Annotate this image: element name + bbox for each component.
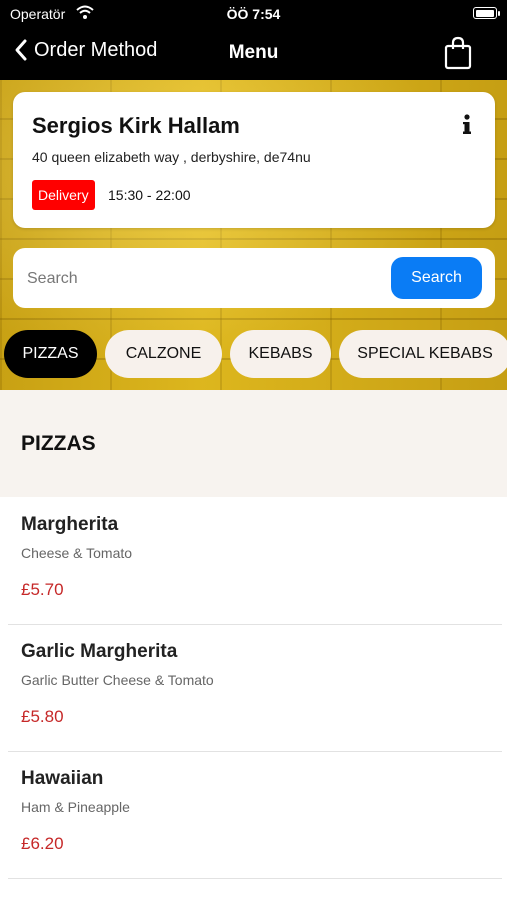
status-bar: Operatör ÖÖ 7:54 — [0, 0, 507, 28]
category-tab-kebabs[interactable]: KEBABS — [230, 330, 331, 378]
category-tabs: PIZZAS CALZONE KEBABS SPECIAL KEBABS — [0, 330, 507, 380]
menu-item-price: £5.80 — [21, 707, 64, 726]
restaurant-card: Sergios Kirk Hallam 40 queen elizabeth w… — [13, 92, 495, 228]
chevron-left-icon — [15, 39, 27, 61]
menu-item-description: Garlic Butter Cheese & Tomato — [21, 672, 214, 688]
menu-item-price: £6.20 — [21, 834, 64, 853]
battery-icon — [473, 7, 500, 19]
back-button[interactable]: Order Method — [14, 38, 157, 62]
menu-item[interactable]: Margherita Cheese & Tomato £5.70 — [8, 498, 502, 625]
category-tab-calzone[interactable]: CALZONE — [105, 330, 222, 378]
section-title: PIZZAS — [21, 432, 96, 455]
back-button-label: Order Method — [34, 38, 158, 61]
search-button[interactable]: Search — [391, 257, 482, 299]
navigation-bar: Order Method Menu — [0, 28, 507, 80]
menu-item-description: Ham & Pineapple — [21, 799, 130, 815]
category-tab-special-kebabs[interactable]: SPECIAL KEBABS — [339, 330, 507, 378]
delivery-badge: Delivery — [32, 180, 95, 210]
search-input[interactable] — [25, 262, 389, 296]
category-tab-pizzas[interactable]: PIZZAS — [4, 330, 97, 378]
menu-item[interactable]: Garlic Margherita Garlic Butter Cheese &… — [8, 625, 502, 752]
section-header: PIZZAS — [0, 390, 507, 497]
menu-item-name: Hawaiian — [21, 768, 104, 789]
restaurant-address: 40 queen elizabeth way , derbyshire, de7… — [32, 149, 311, 165]
menu-item-name: Margherita — [21, 514, 119, 535]
search-bar: Search — [13, 248, 495, 308]
info-icon[interactable] — [461, 114, 473, 136]
shopping-bag-icon[interactable] — [443, 36, 473, 75]
restaurant-name: Sergios Kirk Hallam — [32, 113, 240, 138]
menu-item-description: Cheese & Tomato — [21, 545, 133, 561]
menu-item[interactable]: Hawaiian Ham & Pineapple £6.20 — [8, 752, 502, 879]
menu-item-name: Garlic Margherita — [21, 641, 178, 662]
status-time: ÖÖ 7:54 — [226, 6, 281, 22]
menu-item-price: £5.70 — [21, 580, 64, 599]
opening-hours: 15:30 - 22:00 — [108, 187, 191, 203]
